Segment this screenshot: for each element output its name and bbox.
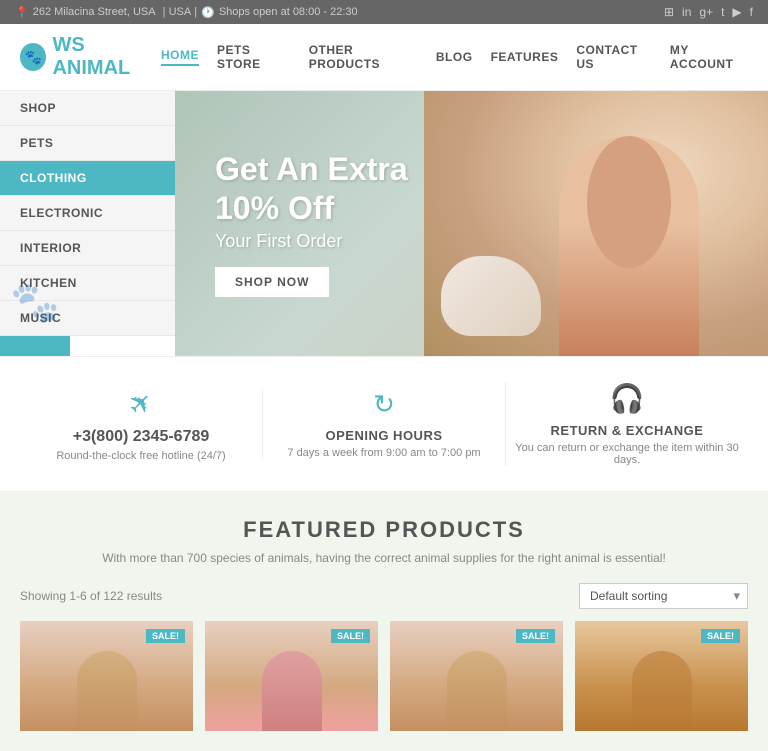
nav-blog[interactable]: BLOG — [436, 50, 473, 64]
sidebar-item-interior[interactable]: INTERIOR — [0, 231, 175, 266]
hero-line3: Your First Order — [215, 231, 408, 252]
sale-badge-4: Sale! — [701, 629, 740, 643]
product-card-3[interactable]: Sale! — [390, 621, 563, 731]
dog-shape-3 — [447, 651, 507, 731]
sort-wrapper: Default sorting Sort by popularity Sort … — [579, 583, 748, 609]
hours-title: OPENING HOURS — [263, 428, 505, 443]
product-card-2[interactable]: Sale! — [205, 621, 378, 731]
sale-badge-2: Sale! — [331, 629, 370, 643]
nav-contact[interactable]: CONTACT US — [576, 43, 652, 71]
product-card-4[interactable]: Sale! — [575, 621, 748, 731]
return-icon: 🎧 — [506, 382, 748, 415]
logo-icon: 🐾 — [20, 43, 46, 71]
sidebar-item-electronic[interactable]: ELECTRONIC — [0, 196, 175, 231]
logo-text: WS ANIMAL — [52, 34, 161, 80]
nav-home[interactable]: HOME — [161, 48, 199, 66]
hero-line1: Get An Extra — [215, 150, 408, 188]
sidebar-item-pets[interactable]: PETS — [0, 126, 175, 161]
product-image-4: Sale! — [575, 621, 748, 731]
hero-content: Get An Extra 10% Off Your First Order SH… — [215, 150, 408, 297]
sidebar-item-shop[interactable]: SHOP — [0, 91, 175, 126]
dog-silhouette — [441, 256, 541, 336]
separator: | USA | — [160, 6, 198, 18]
info-return: 🎧 RETURN & EXCHANGE You can return or ex… — [505, 382, 748, 466]
shop-now-button[interactable]: SHOP NOW — [215, 267, 329, 297]
hours-text: Shops open at 08:00 - 22:30 — [219, 6, 358, 18]
dog-shape-2 — [262, 651, 322, 731]
top-bar: 📍 262 Milacina Street, USA | USA | 🕐 Sho… — [0, 0, 768, 24]
twitter-icon[interactable]: t — [721, 5, 724, 19]
girl-silhouette — [559, 136, 699, 356]
clock-icon: 🕐 — [201, 6, 215, 19]
product-image-1: Sale! — [20, 621, 193, 731]
nav-pets-store[interactable]: PETS STORE — [217, 43, 291, 71]
logo: 🐾 WS ANIMAL — [20, 34, 161, 80]
header: 🐾 WS ANIMAL HOME PETS STORE OTHER PRODUC… — [0, 24, 768, 91]
phone-number: +3(800) 2345-6789 — [20, 428, 262, 446]
paw-icon: 🐾 — [10, 279, 60, 326]
showing-text: Showing 1-6 of 122 results — [20, 589, 162, 603]
logo-ws: WS — [52, 34, 84, 56]
featured-toolbar: Showing 1-6 of 122 results Default sorti… — [20, 583, 748, 609]
facebook-icon[interactable]: f — [750, 5, 753, 19]
main-section: SHOP PETS CLOTHING ELECTRONIC INTERIOR K… — [0, 91, 768, 356]
sale-badge-3: Sale! — [516, 629, 555, 643]
product-image-2: Sale! — [205, 621, 378, 731]
sale-badge-1: Sale! — [146, 629, 185, 643]
product-card-1[interactable]: Sale! — [20, 621, 193, 731]
hero-banner: Get An Extra 10% Off Your First Order SH… — [175, 91, 768, 356]
product-image-3: Sale! — [390, 621, 563, 731]
logo-animal: ANIMAL — [52, 57, 130, 79]
info-phone: ✈ +3(800) 2345-6789 Round-the-clock free… — [20, 387, 262, 462]
product-grid: Sale! Sale! Sale! Sale! — [20, 621, 748, 731]
camera-icon[interactable]: ⊞ — [664, 5, 674, 19]
nav-account[interactable]: MY ACCOUNT — [670, 43, 748, 71]
main-nav: HOME PETS STORE OTHER PRODUCTS BLOG FEAT… — [161, 43, 748, 71]
linkedin-icon[interactable]: in — [682, 5, 691, 19]
phone-desc: Round-the-clock free hotline (24/7) — [20, 450, 262, 462]
google-plus-icon[interactable]: g+ — [699, 5, 713, 19]
hours-icon: ↻ — [263, 389, 505, 420]
phone-icon: ✈ — [121, 383, 161, 423]
featured-title: FEATURED PRODUCTS — [20, 517, 748, 543]
info-hours: ↻ OPENING HOURS 7 days a week from 9:00 … — [262, 389, 505, 459]
info-strip: ✈ +3(800) 2345-6789 Round-the-clock free… — [0, 356, 768, 492]
hero-bg-gradient — [424, 91, 768, 356]
return-desc: You can return or exchange the item with… — [506, 442, 748, 466]
nav-other-products[interactable]: OTHER PRODUCTS — [309, 43, 418, 71]
sidebar: SHOP PETS CLOTHING ELECTRONIC INTERIOR K… — [0, 91, 175, 356]
hero-line2: 10% Off — [215, 189, 408, 227]
nav-features[interactable]: FEATURES — [491, 50, 559, 64]
sort-select[interactable]: Default sorting Sort by popularity Sort … — [579, 583, 748, 609]
featured-subtitle: With more than 700 species of animals, h… — [20, 551, 748, 565]
featured-section: FEATURED PRODUCTS With more than 700 spe… — [0, 492, 768, 751]
location-icon: 📍 — [15, 6, 29, 19]
top-bar-left: 📍 262 Milacina Street, USA | USA | 🕐 Sho… — [15, 6, 358, 19]
dog-shape-1 — [77, 651, 137, 731]
top-bar-right: ⊞ in g+ t ▶ f — [664, 5, 753, 19]
hero-image — [424, 91, 768, 356]
sidebar-item-clothing[interactable]: CLOTHING — [0, 161, 175, 196]
return-title: RETURN & EXCHANGE — [506, 423, 748, 438]
dog-shape-4 — [632, 651, 692, 731]
address-text: 262 Milacina Street, USA — [33, 6, 156, 18]
hours-desc: 7 days a week from 9:00 am to 7:00 pm — [263, 447, 505, 459]
youtube-icon[interactable]: ▶ — [732, 5, 741, 19]
